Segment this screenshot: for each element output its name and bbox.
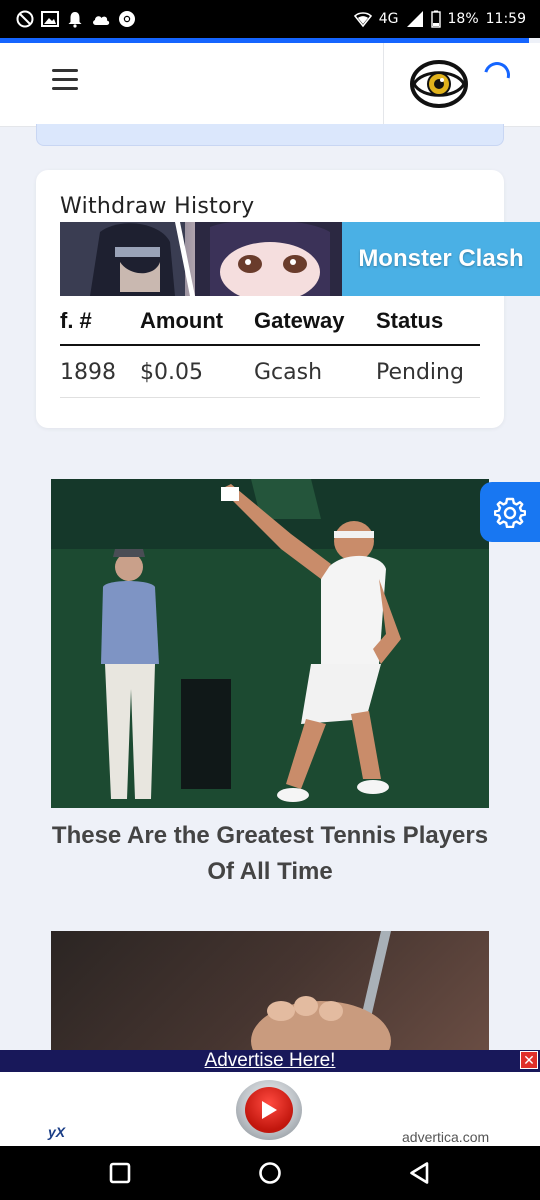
info-card-partial	[36, 124, 504, 146]
eye-logo-icon[interactable]	[410, 57, 468, 111]
ad-banner-strip: Advertise Here!	[0, 1050, 540, 1072]
banner-label-area: Monster Clash	[342, 222, 540, 296]
cell-gateway: Gcash	[254, 345, 376, 398]
banner-artwork	[60, 222, 342, 296]
table-header-row: f. # Amount Gateway Status	[60, 300, 480, 346]
app-header	[0, 43, 540, 127]
network-type: 4G	[378, 11, 399, 27]
back-icon[interactable]	[408, 1161, 432, 1185]
header-divider	[383, 43, 384, 127]
status-badge: Pending	[376, 345, 480, 398]
column-header-amount: Amount	[140, 300, 254, 346]
article-title[interactable]: These Are the Greatest Tennis Players Of…	[51, 818, 489, 890]
do-not-disturb-icon	[16, 10, 34, 28]
menu-line	[52, 78, 78, 81]
chrome-icon	[119, 11, 135, 27]
monster-clash-banner[interactable]: Monster Clash	[60, 222, 540, 296]
tennis-player-photo	[51, 479, 489, 808]
loading-spinner-icon	[479, 57, 515, 93]
ad-play-button[interactable]	[236, 1080, 302, 1140]
menu-button[interactable]	[52, 69, 78, 91]
cloud-icon	[93, 16, 110, 25]
status-icons-left	[16, 10, 136, 28]
battery-icon	[430, 10, 441, 28]
withdraw-history-table: f. # Amount Gateway Status 1898 $0.05 Gc…	[60, 300, 480, 398]
ad-close-button[interactable]: ✕	[520, 1051, 538, 1069]
recents-icon[interactable]	[108, 1161, 132, 1185]
bell-icon	[68, 12, 82, 28]
clock: 11:59	[485, 11, 526, 27]
wifi-icon	[353, 12, 372, 28]
anime-characters-illustration	[60, 222, 342, 296]
second-article-image[interactable]	[51, 931, 489, 1061]
cell-ref: 1898	[60, 345, 140, 398]
ad-body[interactable]: yX advertica.com	[0, 1072, 540, 1146]
battery-percent: 18%	[447, 11, 479, 27]
play-icon	[262, 1101, 277, 1119]
status-icons-right: 4G 18% 11:59	[353, 10, 526, 28]
ad-domain: advertica.com	[402, 1129, 490, 1145]
ad-network-logo: yX	[48, 1124, 66, 1140]
settings-button[interactable]	[480, 482, 540, 542]
column-header-status: Status	[376, 300, 480, 346]
gear-icon	[494, 497, 526, 528]
column-header-gateway: Gateway	[254, 300, 376, 346]
banner-text: Monster Clash	[358, 245, 524, 272]
column-header-ref: f. #	[60, 300, 140, 346]
table-row: 1898 $0.05 Gcash Pending	[60, 345, 480, 398]
image-icon	[41, 11, 59, 27]
play-icon-circle	[245, 1087, 293, 1133]
home-icon[interactable]	[258, 1161, 282, 1185]
card-title: Withdraw History	[60, 194, 255, 219]
signal-icon	[406, 11, 423, 27]
menu-line	[52, 69, 78, 72]
advertise-link[interactable]: Advertise Here!	[205, 1050, 336, 1072]
food-photo	[251, 931, 391, 1061]
menu-line	[52, 87, 78, 90]
tennis-article-image[interactable]	[51, 479, 489, 808]
cell-amount: $0.05	[140, 345, 254, 398]
status-bar: 4G 18% 11:59	[0, 0, 540, 38]
android-nav-bar	[0, 1146, 540, 1200]
withdraw-history-card: Withdraw History Monster Clash f. # Amou…	[36, 170, 540, 428]
